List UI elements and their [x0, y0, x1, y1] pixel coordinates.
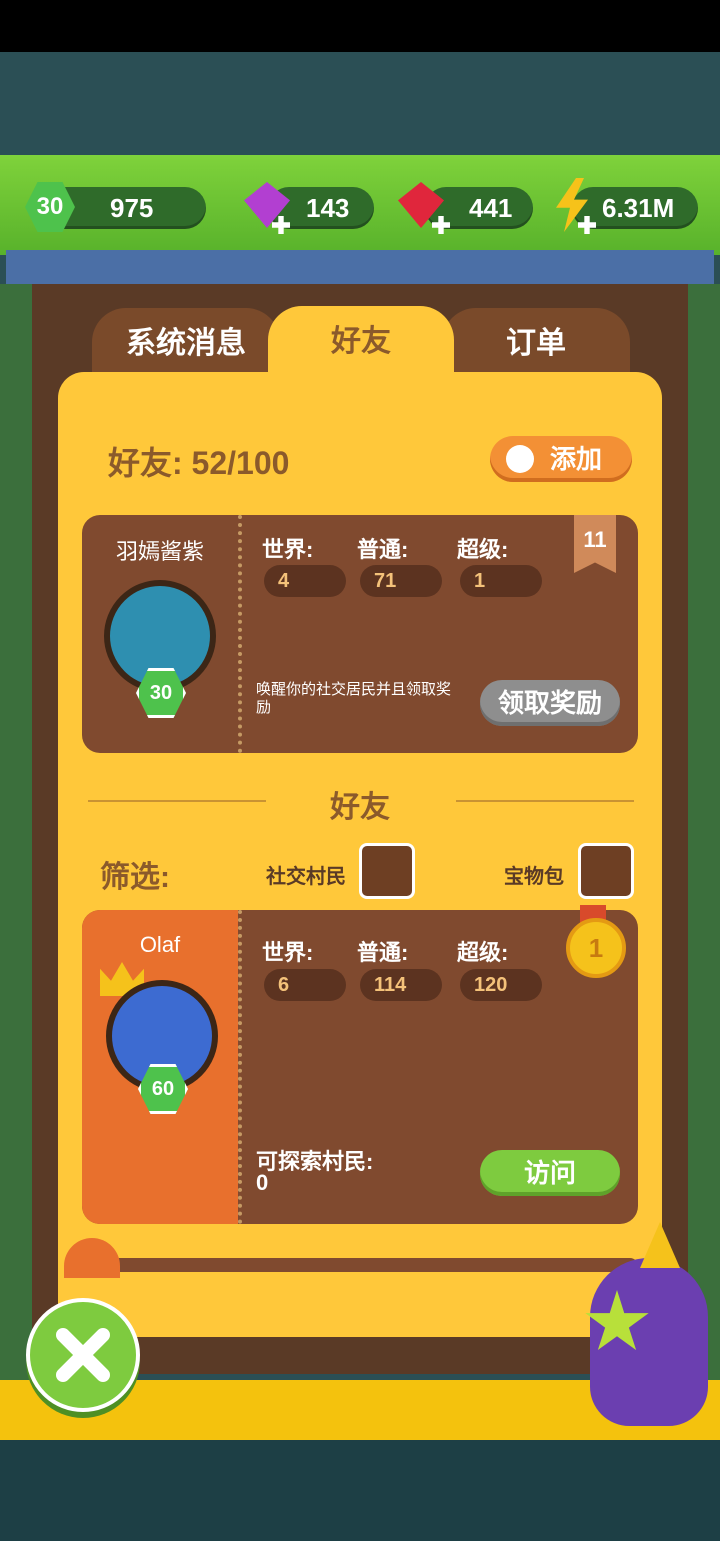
filter-label: 筛选: [100, 861, 170, 894]
friend-count: 好友: 52/100 [108, 445, 290, 481]
normal-label: 普通: [357, 537, 409, 562]
jungle-left [0, 284, 36, 1384]
add-friend-icon [506, 445, 534, 473]
card-divider [238, 910, 242, 1224]
explorable-villagers-value: 0 [256, 1170, 269, 1195]
purple-gems-value: 143 [306, 193, 350, 223]
bottom-background [0, 1440, 720, 1541]
visit-button[interactable]: 访问 [480, 1150, 620, 1196]
filter-treasure-bag-checkbox[interactable] [578, 843, 634, 899]
world-value: 6 [264, 969, 346, 1001]
board-top-strip [6, 250, 714, 288]
red-gems-value: 441 [469, 193, 513, 223]
status-bar [0, 0, 720, 52]
friends-section-title: 好友 [330, 791, 390, 824]
world-label: 世界: [262, 537, 314, 562]
coins-value: 975 [110, 193, 154, 223]
world-value: 4 [264, 565, 346, 597]
jungle-right [684, 284, 720, 1384]
close-icon [56, 1328, 110, 1382]
divider-left [88, 800, 266, 802]
world-label: 世界: [262, 940, 314, 965]
rank-medal-icon: 1 [566, 918, 626, 978]
super-label: 超级: [457, 537, 509, 562]
explorable-villagers-label: 可探索村民: [256, 1149, 374, 1174]
energy-value: 6.31M [602, 193, 675, 223]
friend-name: Olaf [139, 932, 181, 957]
normal-value: 114 [360, 969, 442, 1001]
friend-name: 羽嫣酱紫 [115, 539, 204, 564]
filter-treasure-bag-label: 宝物包 [504, 866, 564, 888]
super-label: 超级: [457, 940, 509, 965]
super-value: 120 [460, 969, 542, 1001]
card-divider [238, 515, 242, 753]
next-card-peek [82, 1258, 638, 1272]
super-value: 1 [460, 565, 542, 597]
add-friend-label: 添加 [550, 444, 603, 474]
filter-social-villager-checkbox[interactable] [359, 843, 415, 899]
tab-system-messages[interactable]: 系统消息 [92, 308, 280, 380]
close-button[interactable] [26, 1298, 140, 1412]
divider-right [456, 800, 634, 802]
tab-orders[interactable]: 订单 [442, 308, 630, 380]
add-friend-button[interactable]: 添加 [490, 436, 632, 482]
claim-reward-button[interactable]: 领取奖励 [480, 680, 620, 726]
filter-social-villager-label: 社交村民 [266, 866, 346, 888]
wake-message: 唤醒你的社交居民并且领取奖励 [256, 681, 452, 716]
normal-value: 71 [360, 565, 442, 597]
normal-label: 普通: [357, 940, 409, 965]
